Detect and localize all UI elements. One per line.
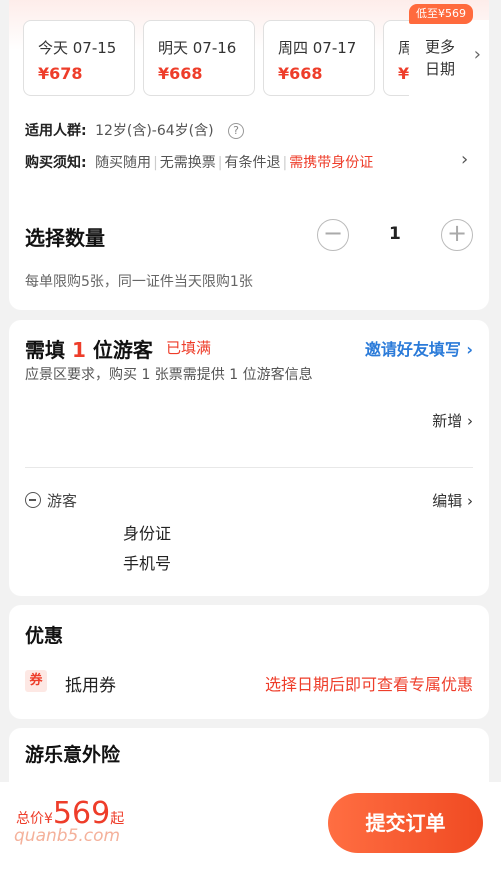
notice-item: 有条件退 xyxy=(224,155,281,171)
total-suffix: 起 xyxy=(110,811,125,827)
quantity-limit-hint: 每单限购5张，同一证件当天限购1张 xyxy=(25,274,253,290)
date-chip-today[interactable]: 今天 07-15 ¥678 xyxy=(23,20,135,96)
visitor-title-post: 位游客 xyxy=(85,338,153,362)
invite-label: 邀请好友填写 xyxy=(364,340,461,359)
date-chip-thursday[interactable]: 周四 07-17 ¥668 xyxy=(263,20,375,96)
divider xyxy=(25,467,473,468)
audience-key: 适用人群: xyxy=(25,123,87,139)
add-visitor-button[interactable]: 新增 › xyxy=(432,410,473,431)
add-label: 新增 xyxy=(432,412,463,430)
date-price: ¥678 xyxy=(38,64,83,83)
audience-value: 12岁(含)-64岁(含) xyxy=(95,123,214,139)
increase-button[interactable]: + xyxy=(441,219,473,251)
total-prefix: 总价¥ xyxy=(16,811,53,827)
chevron-right-icon: › xyxy=(460,340,473,359)
date-label: 周四 07-17 xyxy=(278,39,357,57)
visitor-title: 需填 1 位游客 xyxy=(25,334,153,363)
edit-visitor-button[interactable]: 编辑 › xyxy=(432,490,473,511)
more-dates-button[interactable]: 更多 日期 › xyxy=(409,20,489,96)
date-price: ¥668 xyxy=(158,64,203,83)
id-card-field: 身份证 xyxy=(123,524,172,543)
chevron-right-icon: › xyxy=(462,492,473,510)
notice-id-required: 需携带身份证 xyxy=(289,155,374,171)
visitor-entry[interactable]: 游客 xyxy=(25,490,77,511)
notice-item: 随买随用 xyxy=(95,155,152,171)
visitor-title-pre: 需填 xyxy=(25,338,72,362)
notice-item: 无需换票 xyxy=(159,155,216,171)
visitor-label: 游客 xyxy=(47,492,78,510)
checkout-bar: 总价¥569起 quanb5.com 提交订单 xyxy=(0,782,501,873)
phone-field: 手机号 xyxy=(123,554,172,573)
date-label: 今天 07-15 xyxy=(38,39,117,57)
visitor-count: 1 xyxy=(71,338,86,362)
coupon-tip[interactable]: 选择日期后即可查看专属优惠 xyxy=(265,671,473,695)
ticket-options-card: 低至¥569 今天 07-15 ¥678 明天 07-16 ¥668 周四 07… xyxy=(9,0,489,310)
divider: | xyxy=(282,155,288,171)
chevron-right-icon: › xyxy=(462,412,473,430)
lowest-price-badge: 低至¥569 xyxy=(409,4,473,24)
quantity-title: 选择数量 xyxy=(25,226,105,250)
invite-friend-link[interactable]: 邀请好友填写 › xyxy=(365,336,473,360)
watermark: quanb5.com xyxy=(14,826,121,846)
insurance-title: 游乐意外险 xyxy=(25,744,121,766)
coupon-label: 抵用券 xyxy=(65,676,116,696)
date-label: 明天 07-16 xyxy=(158,39,237,57)
help-icon[interactable]: ? xyxy=(228,123,245,139)
quantity-value: 1 xyxy=(389,224,401,244)
discount-card: 优惠 券 抵用券 选择日期后即可查看专属优惠 xyxy=(9,605,489,719)
divider: | xyxy=(217,155,223,171)
decrease-button[interactable]: − xyxy=(317,219,349,251)
notice-key: 购买须知: xyxy=(25,155,87,171)
date-chip-tomorrow[interactable]: 明天 07-16 ¥668 xyxy=(143,20,255,96)
filled-status: 已填满 xyxy=(166,339,212,357)
chevron-right-icon[interactable]: › xyxy=(461,149,468,170)
visitor-info-card: 需填 1 位游客 已填满 邀请好友填写 › 应景区要求，购买 1 张票需提供 1… xyxy=(9,320,489,596)
discount-title: 优惠 xyxy=(25,625,64,647)
divider: | xyxy=(153,155,158,171)
audience-row: 适用人群: 12岁(含)-64岁(含) ? xyxy=(25,120,245,140)
submit-order-button[interactable]: 提交订单 xyxy=(328,793,483,853)
purchase-notice-row[interactable]: 购买须知: 随买随用 | 无需换票 | 有条件退 | 需携带身份证 xyxy=(25,152,373,172)
edit-label: 编辑 xyxy=(432,492,463,510)
visitor-requirement: 应景区要求，购买 1 张票需提供 1 位游客信息 xyxy=(25,367,313,383)
chevron-right-icon: › xyxy=(473,44,481,65)
coupon-icon: 券 xyxy=(25,670,47,692)
remove-circle-icon[interactable] xyxy=(25,492,41,508)
date-price: ¥668 xyxy=(278,64,323,83)
